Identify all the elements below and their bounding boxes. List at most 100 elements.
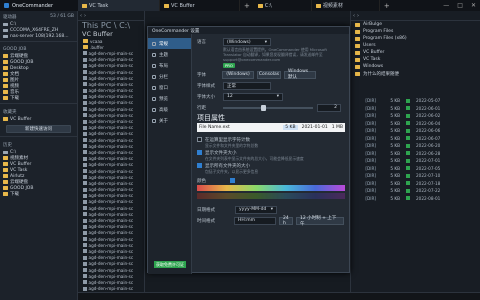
checkbox-checked[interactable] (230, 178, 235, 183)
folder-row[interactable]: AirBulge (351, 21, 480, 28)
tab-vc-task[interactable]: VC Task (78, 0, 160, 11)
nav-window[interactable]: 窗口 (148, 82, 191, 93)
folder-icon (257, 3, 263, 8)
folder-row[interactable]: 为什么的结果随便 (351, 70, 480, 77)
language-select[interactable]: (Windows) ▾ (223, 38, 271, 46)
font-default-button[interactable]: Windows 默认 (284, 69, 316, 80)
tab-label: 视频素材 (322, 3, 343, 9)
file-name: agd-den-mpi-main-sc (88, 218, 134, 224)
nav-about[interactable]: 关于 (148, 115, 191, 126)
detail-row[interactable]: [DIR] 5 KB 2022-07-18 (351, 180, 480, 188)
file-name: agd-den-mpi-main-sc (88, 267, 134, 273)
detail-row[interactable]: [DIR] 5 KB 2022-06-01 (351, 105, 480, 113)
nav-preview[interactable]: 预览 (148, 93, 191, 104)
folder-name: Windows (363, 64, 384, 69)
back-icon[interactable]: ‹ (353, 13, 355, 19)
folder-icon (164, 3, 169, 8)
option-char-count[interactable]: 在运算里显示字符计数 (197, 136, 346, 143)
folder-row[interactable]: VC Buffer (351, 49, 480, 56)
time-format-select[interactable]: HH:mm (234, 216, 276, 225)
quick-item[interactable]: 下载 (0, 95, 77, 101)
font-consolas-button[interactable]: Consolas (257, 70, 281, 79)
detail-row[interactable]: [DIR] 5 KB 2022-06-20 (351, 142, 480, 150)
tab-c-drive[interactable]: C:\ (254, 0, 312, 11)
slider-thumb[interactable] (261, 104, 266, 111)
time-12h-button[interactable]: 12 小时制 + 上下午 (296, 216, 344, 227)
advanced-icon (152, 107, 156, 112)
option-all-folder-size[interactable]: 显示所有文件夹的大小 (197, 162, 346, 169)
detail-list: [DIR] 5 KB 2022-05-07 [DIR] 5 KB 2022-06-01 [D… (351, 97, 480, 202)
layout-icon (152, 63, 156, 68)
folder-row[interactable]: VC Task (351, 56, 480, 63)
detail-row[interactable]: [DIR] 5 KB 2022-07-01 (351, 157, 480, 165)
drive-icon (3, 150, 8, 154)
new-tab-plus-icon[interactable]: + (240, 2, 254, 10)
color-gradient-bar-dark[interactable] (197, 193, 345, 199)
forward-icon[interactable]: › (357, 13, 359, 19)
detail-row[interactable]: [DIR] 5 KB 2022-06-04 (351, 120, 480, 128)
nav-columns[interactable]: 分栏 (148, 71, 191, 82)
tab-vc-buffer[interactable]: VC Buffer (160, 0, 240, 11)
new-tab-plus-icon[interactable]: + (380, 2, 394, 10)
breadcrumb[interactable]: This PC \ C:\ (78, 21, 144, 30)
detail-row[interactable]: [DIR] 5 KB 2022-06-28 (351, 150, 480, 158)
settings-content: 语言 (Windows) ▾ 默认语言由系统设置提供。OneCommander 使… (193, 34, 350, 274)
back-icon[interactable]: ‹ (80, 13, 82, 19)
font-size-select[interactable]: 12 ▾ (223, 92, 283, 101)
close-icon[interactable]: ✕ (467, 2, 480, 9)
nav-layout[interactable]: 布局 (148, 60, 191, 71)
detail-row[interactable]: [DIR] 5 KB 2022-07-05 (351, 165, 480, 173)
date-value: 2022-07-05 (416, 165, 441, 171)
color-gradient-bar[interactable] (197, 185, 345, 191)
font-style-select[interactable]: 正常 (223, 81, 271, 90)
detail-row[interactable]: [DIR] 5 KB 2022-06-07 (351, 135, 480, 143)
file-name: agd-den-mpi-main-sc (88, 286, 134, 292)
checkbox-checked[interactable] (197, 150, 202, 155)
maximize-icon[interactable]: □ (453, 2, 467, 9)
favorite-item[interactable]: VC Buffer (0, 116, 77, 122)
nav-theme[interactable]: 主题 (148, 49, 191, 60)
folder-row[interactable]: Program Files (x86) (351, 35, 480, 42)
minimize-icon[interactable]: — (439, 2, 453, 9)
file-icon (83, 237, 87, 242)
checkbox[interactable] (197, 137, 202, 142)
drive-item[interactable]: nas-server 108(192.168... (0, 33, 77, 39)
detail-row[interactable]: [DIR] 5 KB 2022-06-02 (351, 112, 480, 120)
folder-icon (355, 64, 360, 69)
line-spacing-input[interactable]: 2 (317, 103, 341, 112)
detail-row[interactable]: [DIR] 5 KB 2022-05-07 (351, 97, 480, 105)
file-name: agd-den-mpi-main-sc (88, 149, 134, 155)
detail-row[interactable]: [DIR] 5 KB 2022-08-01 (351, 195, 480, 203)
folder-row[interactable]: Users (351, 42, 480, 49)
folder-row[interactable]: Program Files (351, 28, 480, 35)
free-license-link[interactable]: 获取免费许可证 (148, 261, 192, 268)
file-name: agd-den-mpi-main-sc (88, 50, 134, 56)
detail-row[interactable]: [DIR] 5 KB 2022-07-22 (351, 187, 480, 195)
checkbox-checked[interactable] (197, 163, 202, 168)
forward-icon[interactable]: › (84, 13, 86, 19)
folder-icon (3, 192, 8, 196)
line-spacing-slider[interactable] (223, 104, 313, 111)
option-folder-size[interactable]: 显示文件夹大小 (197, 149, 346, 156)
time-24h-button[interactable]: 24 h (279, 216, 293, 226)
tab-video[interactable]: 视频素材 (312, 0, 380, 11)
font-windows-button[interactable]: (Windows) (222, 70, 254, 79)
folder-icon (3, 180, 8, 184)
detail-row[interactable]: [DIR] 5 KB 2022-06-06 (351, 127, 480, 135)
nav-advanced[interactable]: 高级 (148, 104, 191, 115)
file-name: agd-den-mpi-main-sc (88, 112, 134, 118)
date-format-select[interactable]: yyyy-MM-dd ▾ (235, 205, 277, 214)
folder-row[interactable]: Windows (351, 63, 480, 70)
nav-general[interactable]: 常规 (148, 38, 191, 49)
history-item[interactable]: 下载 (0, 191, 77, 197)
detail-row[interactable]: [DIR] 5 KB 2022-07-10 (351, 172, 480, 180)
preview-icon (152, 96, 156, 101)
dir-label: [DIR] (365, 105, 376, 111)
dir-label: [DIR] (365, 195, 376, 201)
date-value: 2022-07-10 (416, 173, 441, 179)
palette-icon (152, 52, 156, 57)
new-quick-access-button[interactable]: 新建快速访问 (6, 125, 71, 133)
chevron-down-icon: ▾ (276, 94, 279, 99)
size-value: 5 KB (390, 128, 400, 134)
dir-label: [DIR] (365, 158, 376, 164)
